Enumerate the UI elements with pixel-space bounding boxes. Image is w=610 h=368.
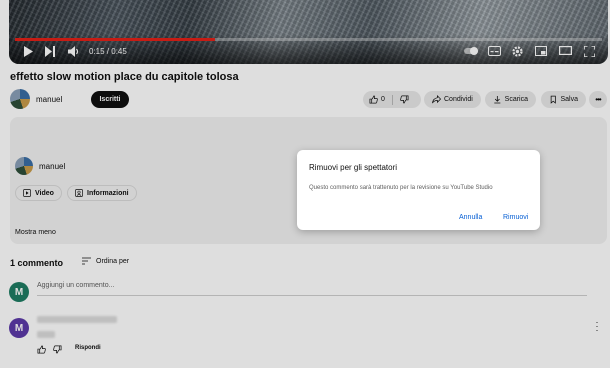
sort-icon [82, 257, 91, 265]
sort-button[interactable]: Ordina per [82, 257, 129, 265]
theater-mode-icon[interactable] [558, 46, 572, 58]
settings-gear-icon[interactable] [510, 46, 524, 58]
download-icon [494, 96, 501, 104]
info-tab-label: Informazioni [87, 189, 129, 197]
comment-input-underline [37, 295, 587, 296]
remove-button[interactable]: Rimuovi [503, 214, 528, 221]
remove-comment-dialog: Rimuovi per gli spettatori Questo commen… [297, 150, 540, 230]
play-icon[interactable] [21, 46, 35, 58]
info-tab-button[interactable]: Informazioni [67, 185, 137, 201]
add-comment-input[interactable]: Aggiungi un commento... [37, 282, 114, 289]
time-display: 0:15 / 0:45 [89, 47, 127, 56]
divider [391, 94, 393, 105]
video-tab-button[interactable]: Video [15, 185, 62, 201]
video-title: effetto slow motion place du capitole to… [10, 71, 239, 83]
comment-dislike-icon[interactable] [53, 345, 62, 354]
like-count: 0 [381, 96, 385, 103]
download-button[interactable]: Scarica [485, 91, 536, 108]
current-user-avatar: M [9, 282, 29, 302]
channel-name[interactable]: manuel [36, 95, 62, 104]
thumb-up-icon [369, 95, 378, 104]
fullscreen-icon[interactable] [582, 45, 596, 58]
more-horizontal-icon: ••• [595, 95, 601, 104]
redacted-comment-author [37, 316, 117, 323]
comment-like-icon[interactable] [37, 345, 46, 354]
comments-count: 1 commento [10, 258, 64, 268]
next-icon[interactable] [43, 46, 57, 58]
save-button[interactable]: Salva [541, 91, 586, 108]
miniplayer-icon[interactable] [534, 46, 548, 58]
play-box-icon [23, 189, 31, 197]
more-actions-button[interactable]: ••• [589, 91, 607, 108]
progress-bar[interactable] [15, 38, 602, 41]
dialog-message: Questo commento sarà trattenuto per la r… [309, 185, 493, 191]
volume-icon[interactable] [67, 46, 81, 58]
video-player[interactable]: 0:15 / 0:45 [9, 0, 608, 64]
autoplay-toggle[interactable] [464, 46, 478, 58]
channel-avatar[interactable] [10, 89, 30, 109]
reply-button[interactable]: Rispondi [75, 345, 101, 351]
share-label: Condividi [444, 96, 473, 103]
video-tab-label: Video [35, 189, 54, 197]
comment-menu-icon[interactable]: · · · [594, 318, 600, 335]
description-channel-name[interactable]: manuel [39, 162, 65, 171]
sort-label: Ordina per [96, 257, 130, 265]
dislike-button[interactable] [400, 95, 409, 104]
download-label: Scarica [504, 96, 528, 103]
like-dislike-group: 0 [363, 91, 421, 108]
dialog-title: Rimuovi per gli spettatori [309, 163, 398, 172]
description-channel-avatar[interactable] [15, 157, 33, 175]
subscribe-button[interactable]: Iscritti [91, 91, 129, 108]
like-button[interactable]: 0 [369, 95, 385, 104]
commenter-initial: M [14, 322, 24, 334]
progress-fill [15, 38, 215, 41]
current-user-initial: M [14, 286, 24, 298]
share-button[interactable]: Condividi [424, 91, 481, 108]
thumb-down-icon [400, 95, 409, 104]
person-box-icon [75, 189, 83, 197]
redacted-comment-text [37, 331, 55, 338]
share-icon [432, 95, 441, 104]
bookmark-icon [550, 95, 556, 104]
cancel-button[interactable]: Annulla [459, 214, 482, 221]
save-label: Salva [560, 96, 578, 103]
show-less-link[interactable]: Mostra meno [15, 229, 56, 236]
commenter-avatar[interactable]: M [9, 318, 29, 338]
subtitles-icon[interactable] [487, 46, 501, 58]
